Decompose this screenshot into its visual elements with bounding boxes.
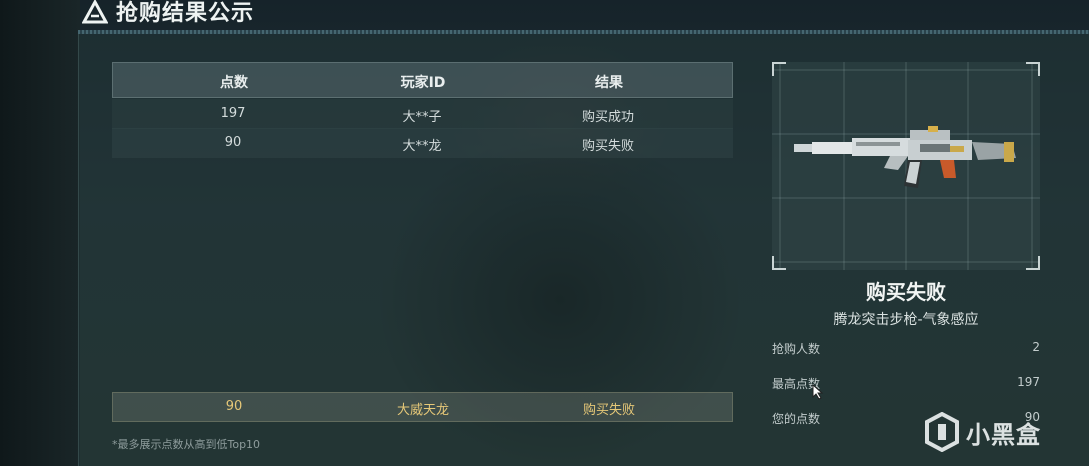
frame-corner [1026,62,1040,76]
own-player: 大威天龙 [396,403,449,418]
stat-label: 您的点数 [772,412,821,426]
own-result: 购买失败 [582,403,635,418]
column-header-player: 玩家ID [400,75,446,91]
own-result-row: 90 大威天龙 购买失败 [112,392,733,422]
item-name: 腾龙突击步枪-气象感应 [833,312,979,328]
table-row: 197 大**子 购买成功 [112,99,733,129]
stat-value: 2 [1032,340,1040,354]
row-result: 购买成功 [581,110,634,125]
watermark-logo-icon [925,412,959,452]
row-player: 大**子 [402,110,442,125]
stat-label: 抢购人数 [772,342,821,356]
stat-participants: 抢购人数 2 [772,340,1040,362]
row-points: 197 [220,106,246,121]
page-title: 抢购结果公示 [116,1,255,26]
mouse-cursor-icon [812,384,824,400]
column-header-result: 结果 [595,75,623,91]
left-edge-shade [0,0,80,466]
footnote: *最多展示点数从高到低Top10 [112,438,261,451]
assault-rifle-image [794,126,1016,188]
watermark-text: 小黑盒 [966,421,1041,449]
row-points: 90 [224,135,242,150]
own-points: 90 [225,399,243,414]
warning-triangle-icon [82,0,108,24]
frame-corner [1026,256,1040,270]
frame-corner [772,62,786,76]
frame-corner [772,256,786,270]
stat-value: 197 [1017,375,1040,389]
row-result: 购买失败 [581,139,634,154]
purchase-status-title: 购买失败 [866,280,946,304]
column-header-points: 点数 [220,75,248,91]
table-row: 90 大**龙 购买失败 [112,128,733,158]
table-header: 点数 玩家ID 结果 [112,62,733,98]
header-divider [78,30,1089,34]
row-player: 大**龙 [402,139,442,154]
weapon-preview [772,62,1040,270]
